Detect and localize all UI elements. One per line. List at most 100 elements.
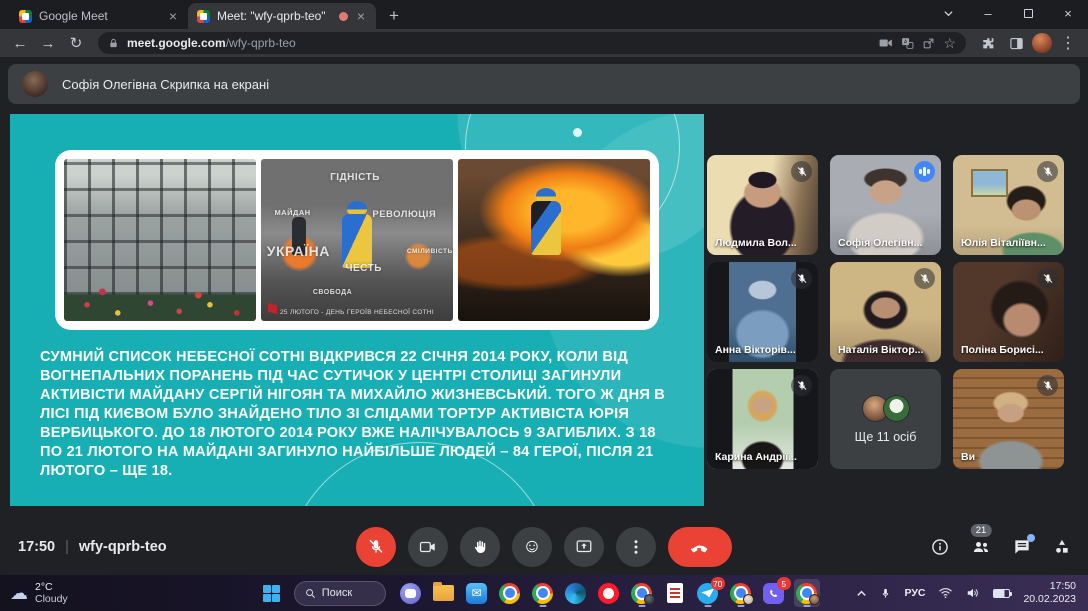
camera-in-use-icon[interactable] [879, 37, 893, 49]
bookmark-star-icon[interactable]: ☆ [943, 35, 956, 52]
participant-name: Поліна Борисі... [961, 344, 1044, 356]
slide-body-text: СУМНИЙ СПИСОК НЕБЕСНОЇ СОТНІ ВІДКРИВСЯ 2… [40, 349, 666, 479]
reactions-button[interactable]: ☺ [512, 526, 552, 567]
tab-recording-indicator-icon [338, 11, 348, 21]
protester-with-flag [341, 201, 372, 269]
mic-off-icon [914, 268, 935, 289]
avatar [882, 394, 910, 422]
browser-menu-kebab-icon[interactable]: ⋮ [1056, 31, 1080, 55]
telegram-badge: 70 [710, 577, 725, 590]
call-controls: ☺ [356, 526, 732, 567]
participant-tile[interactable]: Анна Вікторів... [707, 262, 818, 362]
chrome-active-icon[interactable] [793, 579, 820, 607]
camera-button[interactable] [408, 526, 448, 567]
mail-icon[interactable]: ✉ [464, 579, 490, 607]
battery-icon[interactable] [993, 588, 1013, 598]
raise-hand-button[interactable] [460, 526, 500, 567]
window-chevron-icon[interactable] [928, 0, 968, 26]
side-panel-icon[interactable] [1004, 31, 1028, 55]
meeting-meta: 17:50 | wfy-qprb-teo [18, 539, 167, 555]
overlay-word: УКРАЇНА [266, 243, 330, 260]
participant-tile[interactable]: Юлія Віталіївн... [953, 155, 1064, 255]
mic-off-icon [791, 161, 812, 182]
start-button[interactable] [262, 584, 280, 602]
file-explorer-icon[interactable] [431, 579, 457, 607]
participant-tile[interactable]: Карина Андрії... [707, 369, 818, 469]
browser-profile-avatar[interactable] [1032, 33, 1052, 53]
viber-icon[interactable]: 5 [761, 577, 791, 607]
overflow-avatars [861, 394, 910, 422]
address-bar[interactable]: meet.google.com/wfy-qprb-teo A ☆ [98, 32, 966, 54]
photo-protester-before-fire [458, 159, 650, 321]
close-window-button[interactable]: × [1048, 0, 1088, 26]
participant-name: Софія Олегівн... [838, 237, 923, 249]
document-app-icon[interactable] [662, 579, 688, 607]
translate-icon[interactable]: A [901, 37, 914, 50]
participant-name: Карина Андрії... [715, 451, 797, 463]
mic-off-icon [1037, 161, 1058, 182]
telegram-icon[interactable]: 70 [695, 577, 725, 607]
volume-icon[interactable] [966, 587, 980, 599]
participants-panel-icon[interactable]: 21 [970, 523, 992, 557]
url-text: meet.google.com/wfy-qprb-teo [127, 36, 296, 50]
chrome-profile-icon[interactable] [728, 579, 754, 607]
participant-count-badge: 21 [970, 523, 992, 537]
edge-icon[interactable] [563, 579, 589, 607]
meeting-details-info-icon[interactable] [930, 537, 950, 557]
share-icon[interactable] [922, 37, 935, 50]
mic-off-icon [1037, 268, 1058, 289]
participant-tile[interactable]: Людмила Вол... [707, 155, 818, 255]
search-label: Поиск [321, 587, 353, 599]
tab-google-meet[interactable]: Google Meet × [10, 3, 188, 29]
presenter-avatar [22, 71, 48, 97]
audio-speaking-icon [914, 161, 935, 182]
meeting-code: wfy-qprb-teo [78, 538, 167, 555]
divider: | [65, 538, 69, 555]
teams-chat-icon[interactable] [398, 579, 424, 607]
present-screen-button[interactable] [564, 526, 604, 567]
forward-button[interactable]: → [36, 31, 60, 55]
taskbar-search[interactable]: Поиск [293, 580, 386, 606]
maximize-button[interactable] [1008, 0, 1048, 26]
new-tab-button[interactable]: + [382, 4, 406, 28]
activities-icon[interactable] [1052, 537, 1072, 557]
end-call-button[interactable] [668, 526, 732, 567]
chrome-icon[interactable] [497, 579, 523, 607]
self-view-tile[interactable]: Ви [953, 369, 1064, 469]
chrome-profile-icon[interactable] [629, 579, 655, 607]
wall-painting [970, 169, 1009, 197]
close-tab-icon[interactable]: × [355, 9, 367, 23]
close-tab-icon[interactable]: × [167, 9, 179, 23]
reload-button[interactable]: ↻ [64, 31, 88, 55]
tray-microphone-icon[interactable] [880, 587, 891, 600]
mic-mute-button[interactable] [356, 526, 396, 567]
taskbar-clock[interactable]: 17:50 20.02.2023 [1023, 580, 1076, 606]
weather-description: Cloudy [35, 593, 68, 605]
windows-taskbar: ☁ 2°C Cloudy Поиск ✉ 70 5 РУС 17:50 20.0… [0, 575, 1088, 611]
participant-tile[interactable]: Наталія Віктор... [830, 262, 941, 362]
opera-icon[interactable] [596, 579, 622, 607]
overlay-word: СВОБОДА [312, 288, 353, 296]
extensions-puzzle-icon[interactable] [976, 31, 1000, 55]
overlay-word: РЕВОЛЮЦІЯ [372, 209, 437, 221]
participant-tile[interactable]: Поліна Борисі... [953, 262, 1064, 362]
back-button[interactable]: ← [8, 31, 32, 55]
lock-icon [108, 38, 119, 49]
more-options-button[interactable] [616, 526, 656, 567]
overlay-word: ГІДНІСТЬ [330, 171, 380, 183]
taskbar-weather-widget[interactable]: ☁ 2°C Cloudy [10, 581, 68, 605]
keyboard-language-indicator[interactable]: РУС [904, 587, 925, 599]
hidden-icons-chevron-icon[interactable] [856, 588, 867, 599]
wifi-icon[interactable] [938, 587, 953, 599]
chat-panel-icon[interactable] [1012, 533, 1035, 557]
browser-tabstrip: Google Meet × Meet: "wfy-qprb-teo" × + –… [0, 0, 1088, 29]
mic-off-icon [1037, 375, 1058, 396]
minimize-button[interactable]: – [968, 0, 1008, 26]
chrome-icon[interactable] [530, 579, 556, 607]
tab-meet-call[interactable]: Meet: "wfy-qprb-teo" × [188, 3, 376, 29]
overflow-participants-tile[interactable]: Ще 11 осіб [830, 369, 941, 469]
presenting-banner-text: Софія Олегівна Скрипка на екрані [62, 76, 270, 92]
weather-temperature: 2°C [35, 580, 53, 593]
participant-tile-speaking[interactable]: Софія Олегівн... [830, 155, 941, 255]
meeting-time: 17:50 [18, 538, 56, 555]
